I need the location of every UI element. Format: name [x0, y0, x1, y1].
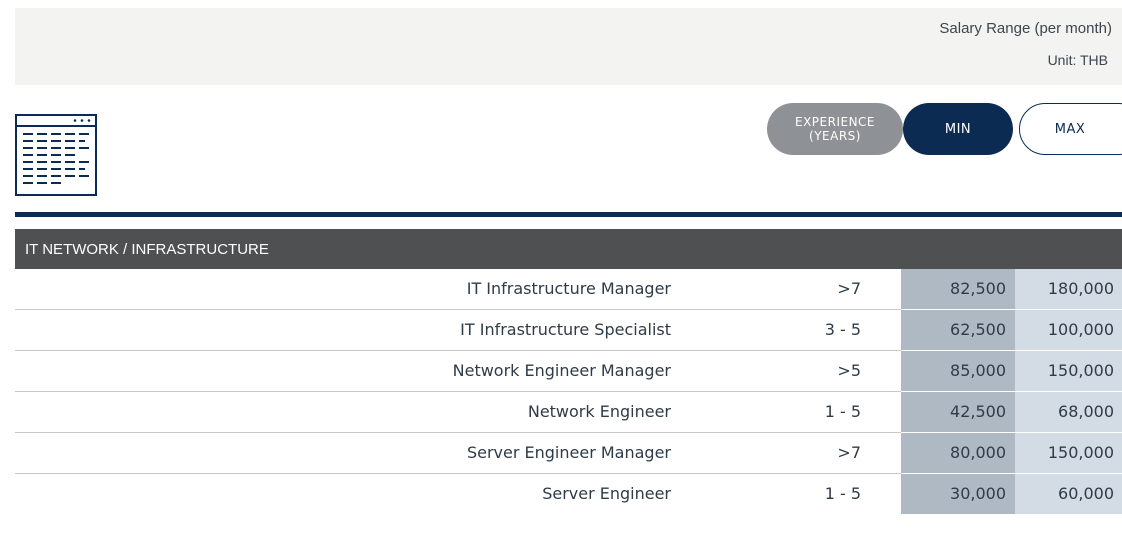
min-salary: 62,500 [901, 310, 1015, 351]
min-salary: 80,000 [901, 433, 1015, 474]
document-list-icon [15, 114, 97, 196]
max-toggle[interactable]: MAX [1019, 103, 1122, 155]
max-salary: 68,000 [1015, 392, 1122, 433]
max-salary: 60,000 [1015, 474, 1122, 515]
min-salary: 82,500 [901, 269, 1015, 310]
min-toggle[interactable]: MIN [903, 103, 1013, 155]
salary-range-title: Salary Range (per month) [939, 20, 1112, 37]
max-salary: 100,000 [1015, 310, 1122, 351]
section-header: IT NETWORK / INFRASTRUCTURE [15, 229, 1122, 269]
job-title: Network Engineer Manager [452, 361, 671, 380]
job-title: Network Engineer [527, 402, 671, 421]
experience-years: 3 - 5 [824, 320, 861, 339]
table-row: IT Infrastructure Manager >7 82,500 180,… [15, 269, 1122, 310]
table-row: Server Engineer 1 - 5 30,000 60,000 [15, 474, 1122, 515]
job-title: IT Infrastructure Specialist [460, 320, 671, 339]
max-salary: 150,000 [1015, 433, 1122, 474]
experience-years-toggle[interactable]: EXPERIENCE (YEARS) [767, 103, 903, 155]
salary-table: IT Infrastructure Manager >7 82,500 180,… [15, 269, 1122, 515]
table-row: Network Engineer Manager >5 85,000 150,0… [15, 351, 1122, 392]
table-row: IT Infrastructure Specialist 3 - 5 62,50… [15, 310, 1122, 351]
table-row: Server Engineer Manager >7 80,000 150,00… [15, 433, 1122, 474]
min-salary: 42,500 [901, 392, 1015, 433]
min-salary: 30,000 [901, 474, 1015, 515]
job-title: Server Engineer Manager [466, 443, 671, 462]
section-divider [15, 212, 1122, 217]
job-title: Server Engineer [542, 484, 671, 503]
experience-years: 1 - 5 [824, 402, 861, 421]
experience-years: 1 - 5 [824, 484, 861, 503]
max-salary: 180,000 [1015, 269, 1122, 310]
table-row: Network Engineer 1 - 5 42,500 68,000 [15, 392, 1122, 433]
currency-unit: Unit: THB [1047, 52, 1108, 68]
job-title: IT Infrastructure Manager [466, 279, 671, 298]
salary-range-header: Salary Range (per month) Unit: THB [15, 8, 1122, 85]
section-title: IT NETWORK / INFRASTRUCTURE [25, 240, 269, 258]
max-salary: 150,000 [1015, 351, 1122, 392]
experience-years: >5 [837, 361, 861, 380]
experience-years: >7 [837, 279, 861, 298]
min-salary: 85,000 [901, 351, 1015, 392]
experience-years: >7 [837, 443, 861, 462]
